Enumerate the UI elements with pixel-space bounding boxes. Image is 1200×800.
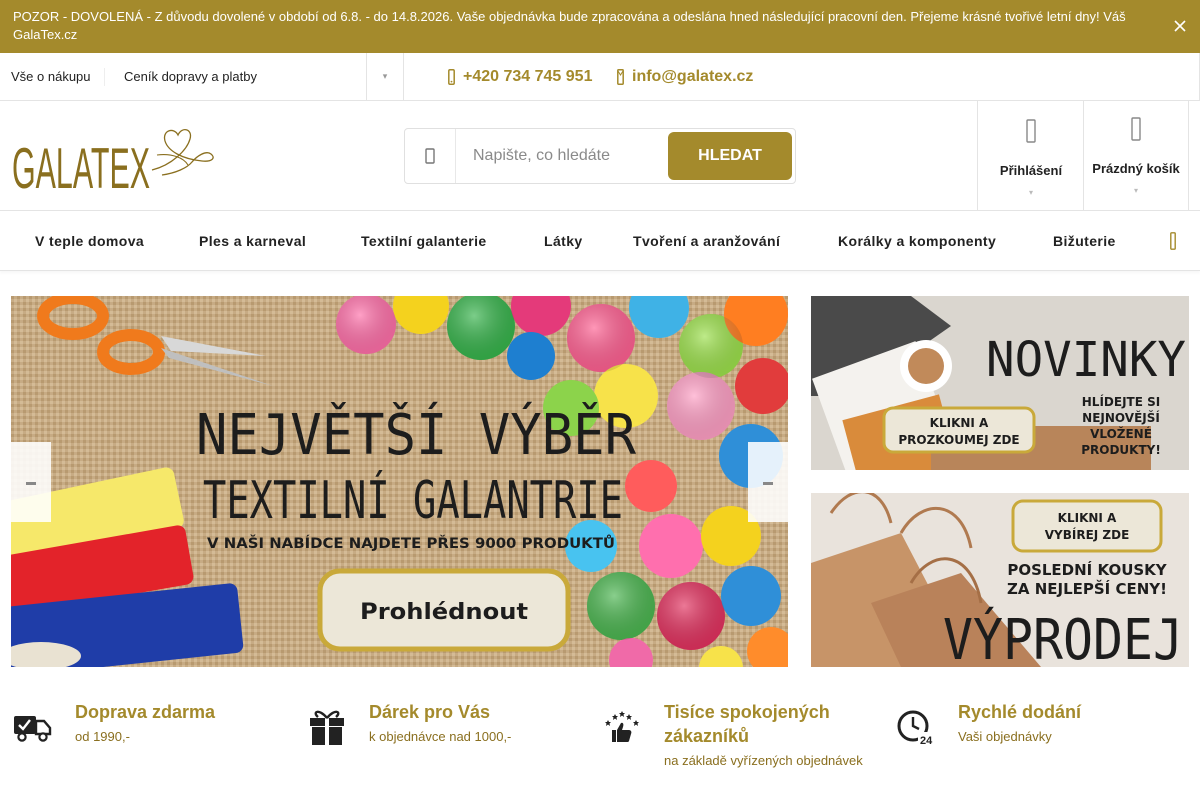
user-icon (1026, 119, 1036, 143)
hero-banner[interactable]: NEJVĚTŠÍ VÝBĚR TEXTILNÍ GALANTRIE V NAŠI… (11, 296, 788, 667)
vacation-notice-bar: POZOR - DOVOLENÁ - Z důvodu dovolené v o… (0, 0, 1200, 53)
link-about-shopping[interactable]: Vše o nákupu (11, 53, 91, 100)
phone-link[interactable]: +420 734 745 951 (448, 53, 592, 100)
search-bar: HLEDAT (404, 128, 796, 184)
vyprodej-badge-line1: KLIKNI A (1058, 511, 1117, 525)
notice-text: POZOR - DOVOLENÁ - Z důvodu dovolené v o… (13, 9, 1126, 42)
thumbs-up-stars-icon (602, 706, 642, 746)
feature-subtitle: na základě vyřízených objednávek (664, 753, 863, 768)
galatex-logo[interactable]: GALATEX (12, 125, 217, 201)
menu-icon[interactable] (1160, 211, 1186, 271)
search-button[interactable]: HLEDAT (668, 132, 792, 180)
nav-item-jewelry[interactable]: Bižuterie (1053, 211, 1116, 271)
chevron-down-icon: ▾ (1028, 188, 1033, 197)
novinky-badge-line1: KLIKNI A (930, 416, 989, 430)
vyprodej-text-line1: POSLEDNÍ KOUSKY (1007, 560, 1167, 579)
divider (403, 53, 404, 100)
vyprodej-text-line2: ZA NEJLEPŠÍ CENY! (1007, 579, 1167, 598)
feature-title: Tisíce spokojených zákazníků (664, 702, 830, 746)
hero-cta-label: Prohlédnout (360, 600, 529, 625)
phone-number: +420 734 745 951 (463, 67, 593, 85)
novinky-text-line2: NEJNOVĚJŠÍ (1082, 410, 1160, 425)
phone-icon (448, 68, 455, 85)
clock-24-icon: 24 (896, 706, 936, 747)
close-icon[interactable] (1168, 14, 1192, 38)
carousel-next-arrow[interactable]: ▬ (748, 442, 788, 522)
nav-item-textile-haberdashery[interactable]: Textilní galanterie (361, 211, 487, 271)
site-header: GALATEX HLEDAT Přihlášení ▾ Prázdný koší… (0, 101, 1200, 211)
divider (104, 68, 105, 86)
novinky-text-line1: HLÍDEJTE SI (1082, 394, 1160, 409)
carousel-prev-arrow[interactable]: ▬ (11, 442, 51, 522)
novinky-text-line4: PRODUKTY! (1081, 443, 1161, 457)
feature-title: Rychlé dodání (958, 702, 1082, 722)
hero-title-line1: NEJVĚTŠÍ VÝBĚR (196, 403, 636, 468)
email-link[interactable]: info@galatex.cz (617, 53, 753, 100)
link-shipping-prices[interactable]: Ceník dopravy a platby (124, 53, 257, 100)
cart-label: Prázdný košík (1092, 161, 1180, 176)
novinky-badge-line2: PROZKOUMEJ ZDE (898, 433, 1019, 447)
main-navigation: V teple domova Ples a karneval Textilní … (0, 211, 1200, 271)
feature-subtitle: od 1990,- (75, 729, 130, 744)
search-icon[interactable] (405, 129, 456, 183)
nav-item-fabrics[interactable]: Látky (544, 211, 583, 271)
feature-subtitle: Vaši objednávky (958, 729, 1052, 744)
nav-item-home-warmth[interactable]: V teple domova (35, 211, 144, 271)
login-label: Přihlášení (999, 163, 1063, 178)
gift-icon (307, 706, 347, 746)
novinky-title: NOVINKY (986, 332, 1186, 388)
feature-title: Dárek pro Vás (369, 702, 491, 722)
email-address: info@galatex.cz (632, 67, 754, 85)
promo-vyprodej-banner[interactable]: KLIKNI A VYBÍREJ ZDE POSLEDNÍ KOUSKY ZA … (811, 493, 1189, 667)
top-links-bar: Vše o nákupu Ceník dopravy a platby ▾ +4… (0, 53, 1200, 101)
feature-subtitle: k objednávce nad 1000,- (369, 729, 512, 744)
vyprodej-badge (1011, 499, 1163, 553)
login-button[interactable]: Přihlášení ▾ (977, 101, 1084, 210)
promo-novinky-banner[interactable]: NOVINKY KLIKNI A PROZKOUMEJ ZDE HLÍDEJTE… (811, 296, 1189, 470)
logo-text: GALATEX (12, 137, 150, 189)
hero-subtitle: V NAŠI NABÍDCE NAJDETE PŘES 9000 PRODUKT… (207, 534, 615, 552)
search-input[interactable] (457, 130, 667, 182)
mail-icon (617, 68, 624, 85)
novinky-text-line3: VLOŽENÉ (1090, 426, 1152, 441)
vyprodej-title: VÝPRODEJ (943, 608, 1183, 667)
chevron-down-icon[interactable]: ▾ (367, 53, 403, 100)
svg-text:24: 24 (920, 735, 933, 746)
nav-item-crafting[interactable]: Tvoření a aranžování (633, 211, 780, 271)
cart-icon (1131, 117, 1141, 141)
cart-button[interactable]: Prázdný košík ▾ (1083, 101, 1189, 210)
chevron-down-icon: ▾ (1133, 186, 1138, 195)
truck-icon (13, 706, 53, 746)
vyprodej-badge-line2: VYBÍREJ ZDE (1045, 527, 1130, 542)
hero-title-line2: TEXTILNÍ GALANTRIE (203, 470, 623, 531)
nav-item-beads[interactable]: Korálky a komponenty (838, 211, 996, 271)
feature-title: Doprava zdarma (75, 702, 216, 722)
nav-item-ball-carnival[interactable]: Ples a karneval (199, 211, 306, 271)
